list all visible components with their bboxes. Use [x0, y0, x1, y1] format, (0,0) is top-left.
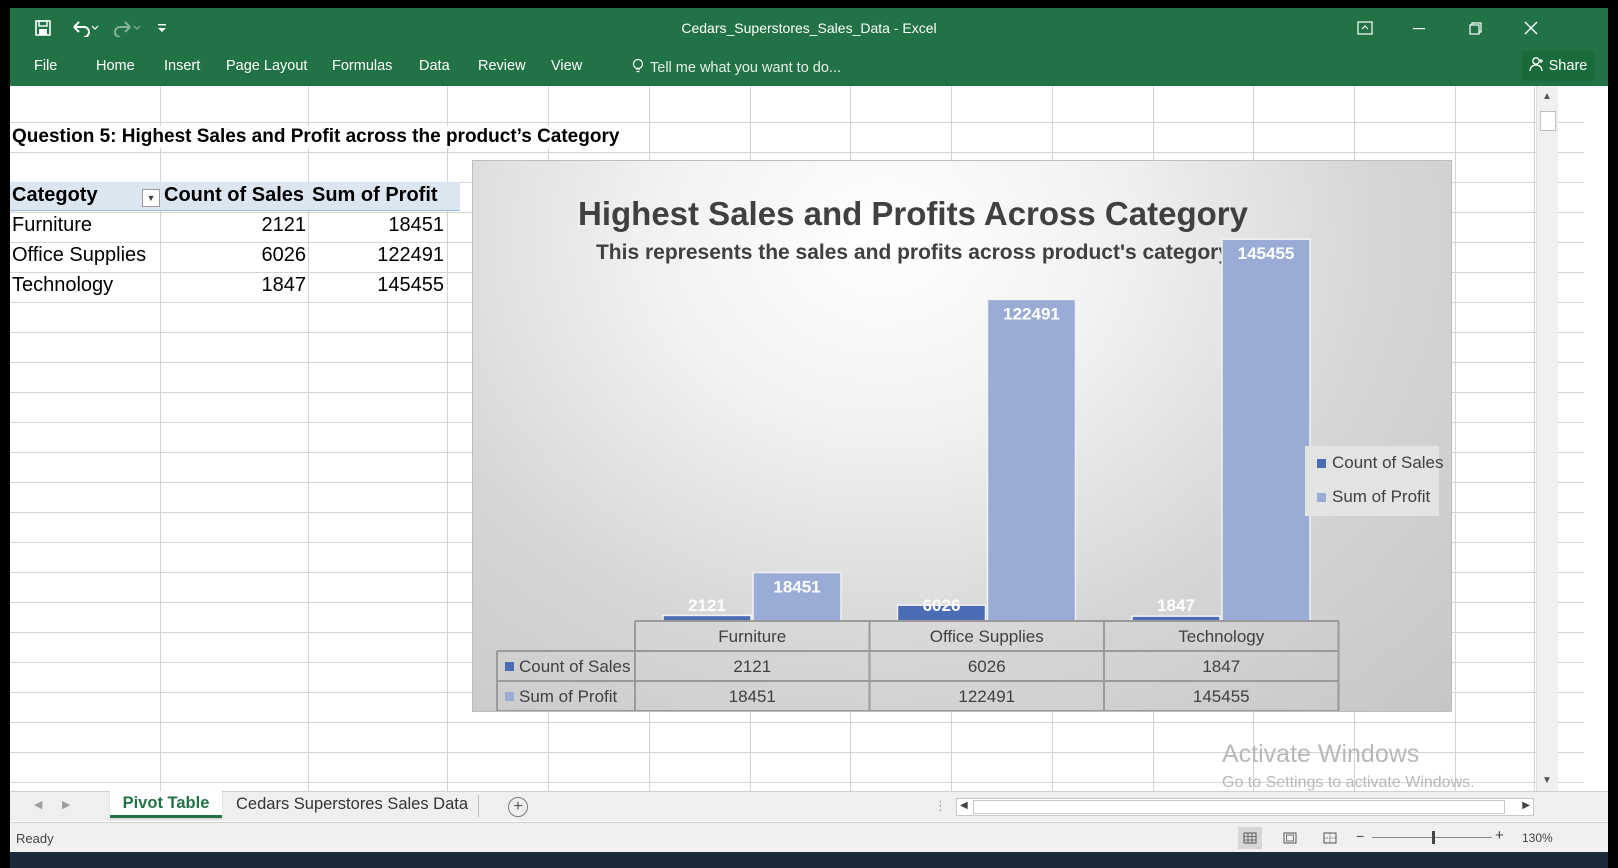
chart-plot-area: 2121 18451 6026 122491 1847 145455 Furniture Of…	[496, 238, 1340, 711]
chart-bar	[986, 298, 1077, 622]
legend-label-count: Count of Sales	[1332, 453, 1444, 472]
chart-data-label: 18451	[773, 578, 820, 597]
tab-formulas[interactable]: Formulas	[332, 58, 392, 74]
data-table-value: 1847	[1202, 657, 1240, 676]
tell-me-text: Tell me what you want to do...	[650, 60, 842, 76]
data-table-category: Technology	[1178, 627, 1265, 646]
legend-item-count: Count of Sales	[1317, 453, 1444, 473]
chart-data-label: 145455	[1238, 244, 1295, 263]
tab-review[interactable]: Review	[478, 58, 526, 74]
chart-data-label: 6026	[923, 596, 961, 615]
pivot-header-underline	[10, 210, 460, 211]
sheet-tab-sales-data[interactable]: Cedars Superstores Sales Data	[226, 795, 480, 817]
chart-bar	[1221, 238, 1311, 622]
close-icon[interactable]	[1508, 8, 1554, 48]
ribbon: File Home Insert Page Layout Formulas Da…	[10, 48, 1608, 86]
tab-insert[interactable]: Insert	[164, 58, 200, 74]
data-table-value: 2121	[733, 657, 771, 676]
horizontal-scrollbar[interactable]: ◀ ▶	[956, 798, 1534, 816]
chart-data-label: 122491	[1003, 304, 1060, 323]
data-table-series-name: Count of Sales	[519, 657, 631, 676]
pivot-header-category[interactable]: Categoty	[12, 184, 98, 207]
pivot-cell-profit[interactable]: 122491	[308, 244, 444, 267]
data-table-value: 122491	[958, 687, 1015, 706]
legend-swatch-profit	[1317, 492, 1326, 502]
status-bar: Ready − + 130%	[10, 822, 1608, 852]
chart-data-label: 2121	[688, 596, 726, 615]
add-sheet-icon[interactable]: +	[508, 797, 528, 817]
prev-sheet-icon[interactable]: ◀	[34, 798, 42, 811]
pivot-cell-count[interactable]: 6026	[160, 244, 307, 267]
scroll-down-icon[interactable]: ▼	[1542, 775, 1552, 786]
data-table-value: 145455	[1193, 687, 1250, 706]
tab-data[interactable]: Data	[419, 58, 450, 74]
tab-split-handle[interactable]: ⋮	[934, 798, 947, 814]
share-label: Share	[1548, 58, 1588, 74]
tab-file[interactable]: File	[34, 58, 57, 74]
sheet-tab-pivot-table[interactable]: Pivot Table	[110, 791, 222, 818]
legend-label-profit: Sum of Profit	[1332, 487, 1431, 506]
ribbon-display-options-icon[interactable]	[1342, 8, 1388, 48]
pivot-header-count[interactable]: Count of Sales	[164, 184, 304, 207]
person-icon	[1528, 56, 1545, 76]
title-bar: Cedars_Superstores_Sales_Data - Excel	[10, 8, 1608, 48]
scroll-left-icon[interactable]: ◀	[960, 800, 968, 811]
pivot-row-label[interactable]: Technology	[12, 274, 113, 297]
horizontal-scroll-thumb[interactable]	[973, 800, 1505, 814]
scroll-right-icon[interactable]: ▶	[1522, 800, 1530, 811]
data-table-value: 6026	[968, 657, 1006, 676]
data-table-value: 18451	[729, 687, 776, 706]
pivot-cell-profit[interactable]: 18451	[308, 214, 444, 237]
pivot-header-profit[interactable]: Sum of Profit	[312, 184, 438, 207]
question-heading: Question 5: Highest Sales and Profit acr…	[12, 126, 620, 148]
vertical-scroll-thumb[interactable]	[1540, 111, 1556, 131]
pivot-chart[interactable]: Highest Sales and Profits Across Categor…	[472, 160, 1452, 712]
data-table-legend-key	[505, 692, 514, 701]
status-ready: Ready	[16, 831, 54, 846]
filter-dropdown-icon[interactable]: ▼	[142, 189, 160, 207]
worksheet-grid[interactable]: Question 5: Highest Sales and Profit acr…	[10, 86, 1584, 791]
tell-me-box[interactable]: Tell me what you want to do...	[632, 58, 841, 78]
zoom-slider-thumb[interactable]	[1432, 831, 1435, 844]
minimize-icon[interactable]	[1396, 8, 1442, 48]
vertical-scrollbar[interactable]: ▲ ▼	[1536, 86, 1558, 791]
data-table-series-name: Sum of Profit	[519, 687, 618, 706]
legend-item-profit: Sum of Profit	[1317, 487, 1430, 507]
zoom-out-icon[interactable]: −	[1356, 828, 1364, 844]
activate-windows-title: Activate Windows	[1222, 740, 1420, 768]
page-break-view-icon[interactable]	[1318, 827, 1342, 849]
pivot-row-label[interactable]: Office Supplies	[12, 244, 146, 267]
excel-window: Cedars_Superstores_Sales_Data - Excel Fi…	[10, 8, 1608, 868]
sheet-tabs-bar: ◀ ▶ Pivot Table Cedars Superstores Sales…	[10, 791, 1608, 821]
taskbar-strip	[10, 852, 1608, 868]
data-table-legend-key	[505, 662, 514, 671]
next-sheet-icon[interactable]: ▶	[62, 798, 70, 811]
lightbulb-icon	[632, 58, 644, 78]
pivot-cell-count[interactable]: 2121	[160, 214, 307, 237]
page-layout-view-icon[interactable]	[1278, 827, 1302, 849]
activate-windows-subtitle: Go to Settings to activate Windows.	[1222, 774, 1475, 791]
zoom-level[interactable]: 130%	[1522, 831, 1553, 845]
share-button[interactable]: Share	[1522, 51, 1594, 81]
pivot-cell-count[interactable]: 1847	[160, 274, 307, 297]
tab-page-layout[interactable]: Page Layout	[226, 58, 307, 74]
data-table-category: Office Supplies	[930, 627, 1044, 646]
restore-icon[interactable]	[1452, 8, 1498, 48]
tab-view[interactable]: View	[551, 58, 582, 74]
zoom-in-icon[interactable]: +	[1495, 827, 1504, 844]
pivot-cell-profit[interactable]: 145455	[308, 274, 444, 297]
tab-home[interactable]: Home	[96, 58, 135, 74]
chart-data-label: 1847	[1157, 596, 1195, 615]
scroll-up-icon[interactable]: ▲	[1542, 91, 1552, 102]
data-table-category: Furniture	[718, 627, 786, 646]
pivot-row-label[interactable]: Furniture	[12, 214, 92, 237]
normal-view-icon[interactable]	[1238, 827, 1262, 849]
legend-swatch-count	[1317, 458, 1326, 468]
chart-legend: Count of Sales Sum of Profit	[1305, 446, 1444, 516]
